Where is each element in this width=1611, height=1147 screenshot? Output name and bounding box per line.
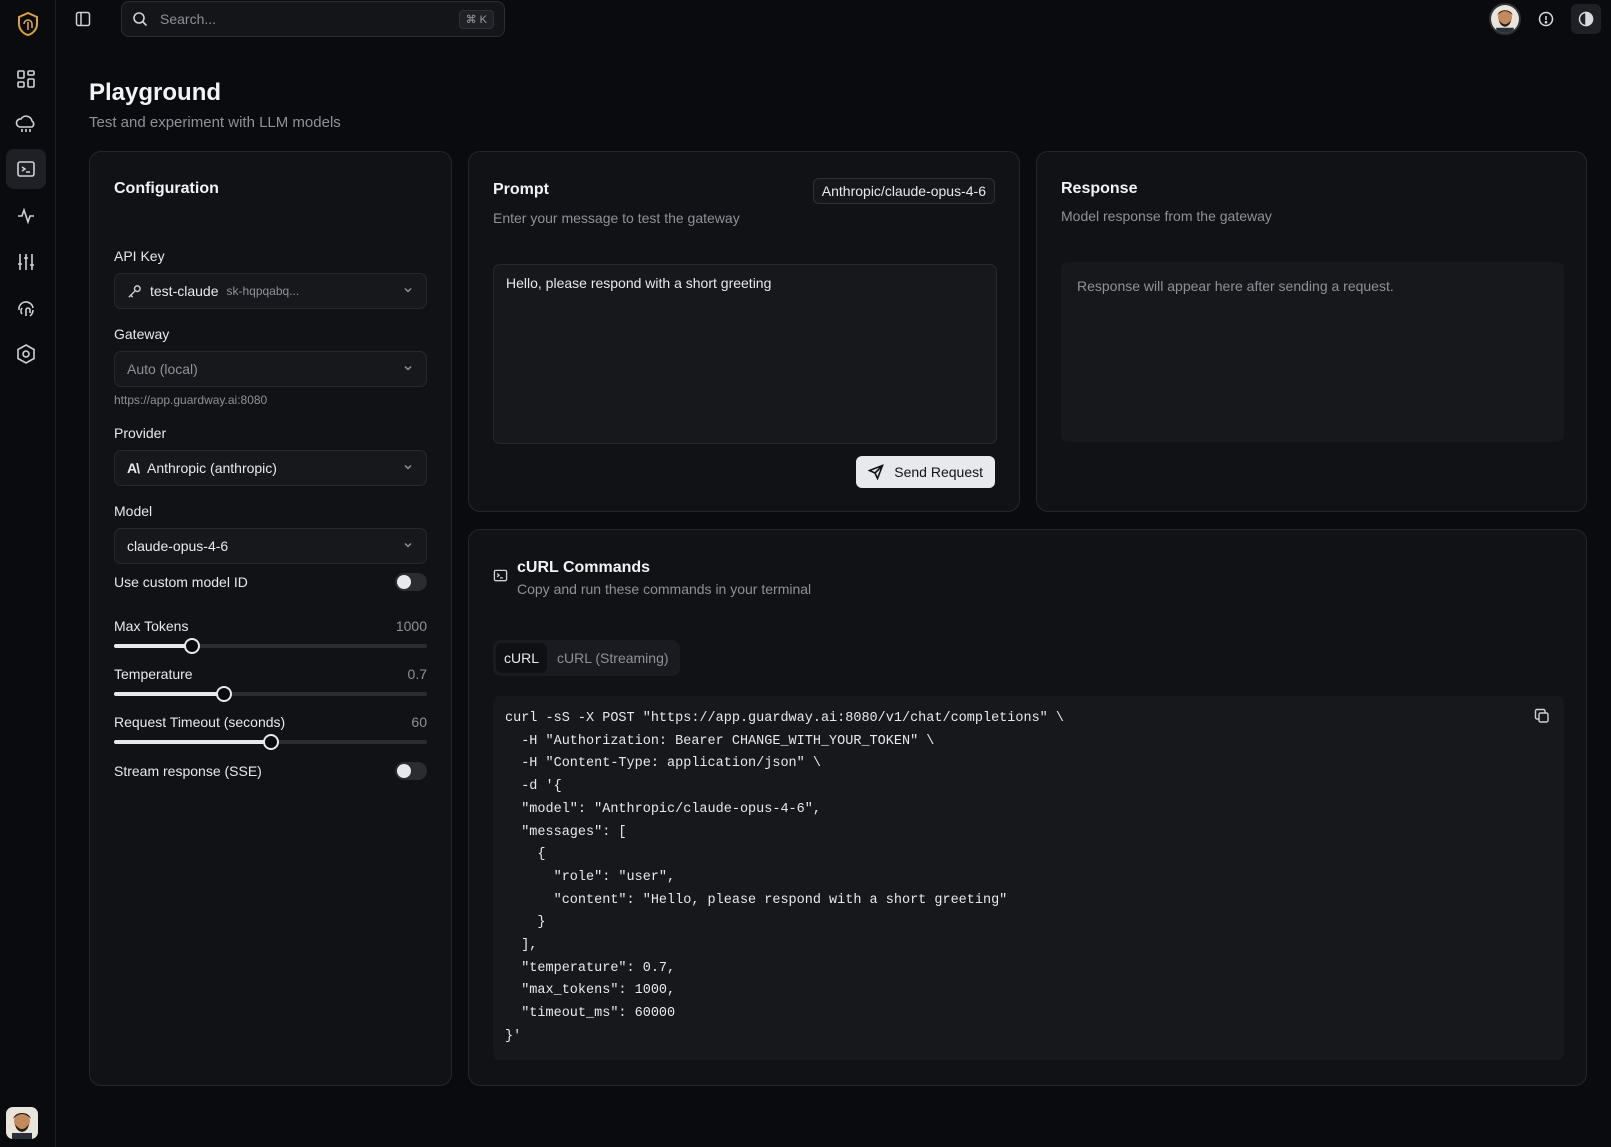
curl-code-block: curl -sS -X POST "https://app.guardway.a…: [493, 696, 1564, 1060]
top-bar: Search... ⌘ K: [56, 0, 1611, 38]
api-key-select[interactable]: test-claude sk-hqpqabq...: [114, 273, 427, 309]
curl-subtitle: Copy and run these commands in your term…: [517, 581, 812, 597]
api-key-value: test-claude: [150, 283, 219, 299]
gateway-value: Auto (local): [127, 361, 198, 377]
nav-fingerprint-icon[interactable]: [6, 288, 46, 328]
send-request-label: Send Request: [894, 464, 983, 480]
prompt-textarea[interactable]: Hello, please respond with a short greet…: [493, 264, 997, 444]
provider-value: Anthropic (anthropic): [147, 460, 277, 476]
api-key-masked: sk-hqpqabq...: [226, 284, 300, 298]
model-label: Model: [114, 503, 153, 519]
prompt-card: Prompt Enter your message to test the ga…: [468, 151, 1020, 512]
stream-label: Stream response (SSE): [114, 763, 262, 779]
curl-title: cURL Commands: [517, 559, 651, 576]
temperature-slider[interactable]: [114, 686, 427, 702]
timeout-value: 60: [411, 714, 427, 730]
tab-curl-streaming[interactable]: cURL (Streaming): [549, 643, 677, 673]
send-icon: [868, 464, 885, 480]
copy-icon[interactable]: [1534, 708, 1550, 729]
chevron-down-icon: [402, 361, 414, 377]
provider-select[interactable]: A\ Anthropic (anthropic): [114, 450, 427, 486]
nav-activity-icon[interactable]: [6, 196, 46, 236]
stream-row: Stream response (SSE): [114, 762, 427, 780]
brand-logo-icon[interactable]: [14, 10, 42, 38]
key-icon: [128, 284, 141, 298]
page-subtitle: Test and experiment with LLM models: [89, 114, 341, 131]
nav-terminal-icon[interactable]: [6, 149, 46, 189]
curl-commands-card: cURL Commands Copy and run these command…: [468, 529, 1587, 1086]
nav-sliders-icon[interactable]: [6, 242, 46, 282]
custom-model-toggle[interactable]: [395, 573, 427, 591]
response-subtitle: Model response from the gateway: [1061, 208, 1272, 224]
left-nav-rail: [0, 0, 56, 1147]
send-request-button[interactable]: Send Request: [856, 456, 995, 488]
user-avatar-bottom[interactable]: [6, 1107, 38, 1139]
user-avatar[interactable]: [1489, 3, 1521, 35]
configuration-card: Configuration API Key test-claude sk-hqp…: [89, 151, 452, 1086]
configuration-title: Configuration: [114, 180, 219, 197]
timeout-slider[interactable]: [114, 734, 427, 750]
slider-thumb[interactable]: [215, 686, 232, 702]
custom-model-row: Use custom model ID: [114, 573, 427, 591]
response-output: Response will appear here after sending …: [1061, 262, 1564, 442]
gateway-url-hint: https://app.guardway.ai:8080: [114, 393, 268, 407]
api-key-label: API Key: [114, 248, 165, 264]
theme-toggle-icon[interactable]: [1571, 4, 1601, 34]
slider-thumb[interactable]: [184, 638, 201, 654]
slider-thumb[interactable]: [262, 734, 279, 750]
timeout-label: Request Timeout (seconds): [114, 714, 286, 730]
terminal-icon: [493, 568, 508, 588]
temperature-label: Temperature: [114, 666, 193, 682]
search-input[interactable]: Search... ⌘ K: [121, 1, 505, 37]
search-icon: [133, 12, 148, 27]
tab-curl[interactable]: cURL: [496, 643, 548, 673]
gateway-label: Gateway: [114, 326, 170, 342]
anthropic-logo-icon: A\: [127, 460, 140, 476]
page-title: Playground: [89, 79, 222, 106]
nav-dashboard-icon[interactable]: [6, 59, 46, 99]
app-root: Search... ⌘ K Playground Test and experi…: [0, 0, 1611, 1147]
max-tokens-slider[interactable]: [114, 638, 427, 654]
chevron-down-icon: [402, 283, 414, 299]
sidebar-toggle-icon[interactable]: [72, 8, 94, 30]
temperature-value: 0.7: [407, 666, 427, 682]
prompt-subtitle: Enter your message to test the gateway: [493, 210, 740, 226]
max-tokens-value: 1000: [395, 618, 427, 634]
model-badge: Anthropic/claude-opus-4-6: [812, 178, 995, 204]
prompt-title: Prompt: [493, 181, 549, 198]
response-title: Response: [1061, 180, 1138, 197]
top-right-actions: [1489, 3, 1601, 35]
gateway-select[interactable]: Auto (local): [114, 351, 427, 387]
temperature-row: Temperature 0.7: [114, 666, 427, 682]
curl-tabs: cURL cURL (Streaming): [493, 640, 680, 676]
search-shortcut: ⌘ K: [458, 9, 494, 29]
custom-model-label: Use custom model ID: [114, 574, 248, 590]
help-icon[interactable]: [1531, 4, 1561, 34]
timeout-row: Request Timeout (seconds) 60: [114, 714, 427, 730]
stream-toggle[interactable]: [395, 762, 427, 780]
provider-label: Provider: [114, 425, 167, 441]
response-card: Response Model response from the gateway…: [1036, 151, 1587, 512]
model-value: claude-opus-4-6: [127, 538, 229, 554]
chevron-down-icon: [402, 460, 414, 476]
nav-cloud-icon[interactable]: [6, 104, 46, 144]
max-tokens-label: Max Tokens: [114, 618, 189, 634]
nav-settings-hex-icon[interactable]: [6, 334, 46, 374]
search-placeholder: Search...: [160, 11, 217, 27]
max-tokens-row: Max Tokens 1000: [114, 618, 427, 634]
chevron-down-icon: [402, 538, 414, 554]
model-select[interactable]: claude-opus-4-6: [114, 528, 427, 564]
